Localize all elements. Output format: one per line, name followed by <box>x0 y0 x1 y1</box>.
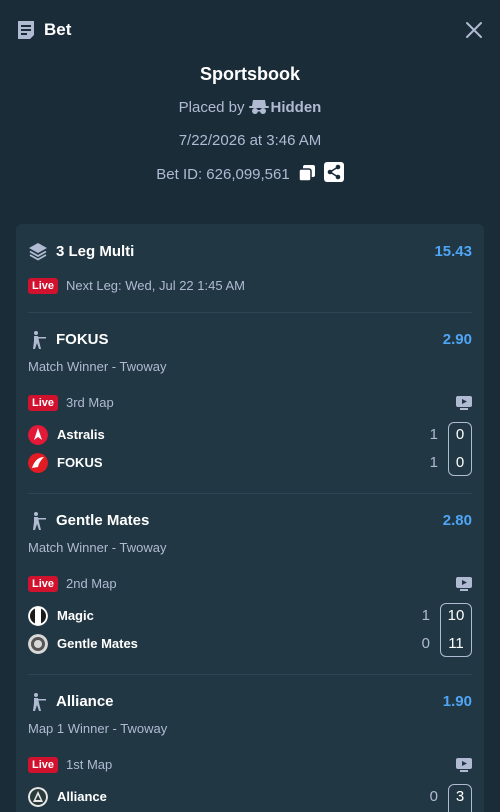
leg-odds: 2.90 <box>442 331 472 348</box>
divider <box>28 674 472 675</box>
leg-selection: Alliance <box>56 693 114 710</box>
counter-strike-icon <box>33 693 46 711</box>
leg-odds: 2.80 <box>442 512 472 529</box>
stream-icon[interactable] <box>456 758 472 772</box>
multi-odds: 15.43 <box>434 243 472 260</box>
team-name: Astralis <box>57 427 105 442</box>
match-status: 1st Map <box>66 757 113 772</box>
match-status: 3rd Map <box>66 395 114 410</box>
leg-market: Match Winner - Twoway <box>28 540 167 555</box>
sportsbook-title: Sportsbook <box>199 64 300 84</box>
stream-icon[interactable] <box>456 577 472 591</box>
live-badge: Live <box>28 395 59 411</box>
stream-icon[interactable] <box>456 396 472 410</box>
leg-market: Match Winner - Twoway <box>28 359 167 374</box>
receipt-icon <box>18 21 34 39</box>
round-score: 0 <box>455 426 465 443</box>
astralis-logo <box>28 425 48 445</box>
leg-odds: 1.90 <box>442 693 472 710</box>
map-score: 1 <box>429 454 438 471</box>
live-badge: Live <box>28 278 59 294</box>
round-score: 0 <box>455 454 465 471</box>
map-score: 1 <box>429 426 438 443</box>
placed-by: Placed by Hidden <box>0 98 500 118</box>
match-status: 2nd Map <box>66 576 117 591</box>
team-name: Gentle Mates <box>57 636 138 651</box>
close-icon[interactable] <box>462 18 486 42</box>
layers-icon <box>29 243 47 261</box>
next-leg: Next Leg: Wed, Jul 22 1:45 AM <box>66 278 245 293</box>
live-badge: Live <box>28 757 59 773</box>
multi-title: 3 Leg Multi <box>56 243 135 260</box>
placed-by-label: Placed by <box>178 99 245 116</box>
map-score: 0 <box>429 788 438 805</box>
leg-selection: FOKUS <box>56 331 109 348</box>
team-name: Magic <box>57 608 94 623</box>
round-score: 11 <box>448 635 464 652</box>
divider <box>28 312 472 313</box>
team-name: FOKUS <box>57 455 103 470</box>
bet-id: Bet ID: 626,099,561 <box>156 166 290 183</box>
counter-strike-icon <box>33 512 46 530</box>
map-score: 0 <box>421 635 430 652</box>
incognito-icon <box>248 100 269 114</box>
live-badge: Live <box>28 576 59 592</box>
copy-icon[interactable] <box>297 164 316 182</box>
fokus-logo <box>28 453 48 473</box>
leg-selection: Gentle Mates <box>56 512 150 529</box>
magic-logo <box>28 606 48 626</box>
bet-card: 3 Leg Multi 15.43 Live Next Leg: Wed, Ju… <box>16 224 484 812</box>
header-title: Bet <box>44 20 72 39</box>
round-score-box: 3 <box>448 784 472 812</box>
leg-market: Map 1 Winner - Twoway <box>28 721 168 736</box>
placed-by-user: Hidden <box>270 99 322 116</box>
alliance-logo <box>28 787 48 807</box>
bet-date: 7/22/2026 at 3:46 AM <box>178 132 322 149</box>
counter-strike-icon <box>33 331 46 349</box>
gentle-mates-logo <box>28 634 48 654</box>
team-name: Alliance <box>57 789 107 804</box>
bet-header: Bet <box>0 0 500 60</box>
round-score: 10 <box>447 607 465 624</box>
round-score: 3 <box>455 788 465 805</box>
round-score-box: 10 11 <box>440 603 472 657</box>
bet-id-row: Bet ID: 626,099,561 <box>0 162 500 185</box>
divider <box>28 493 472 494</box>
round-score-box: 0 0 <box>448 422 472 476</box>
map-score: 1 <box>421 607 430 624</box>
share-icon[interactable] <box>323 162 344 182</box>
